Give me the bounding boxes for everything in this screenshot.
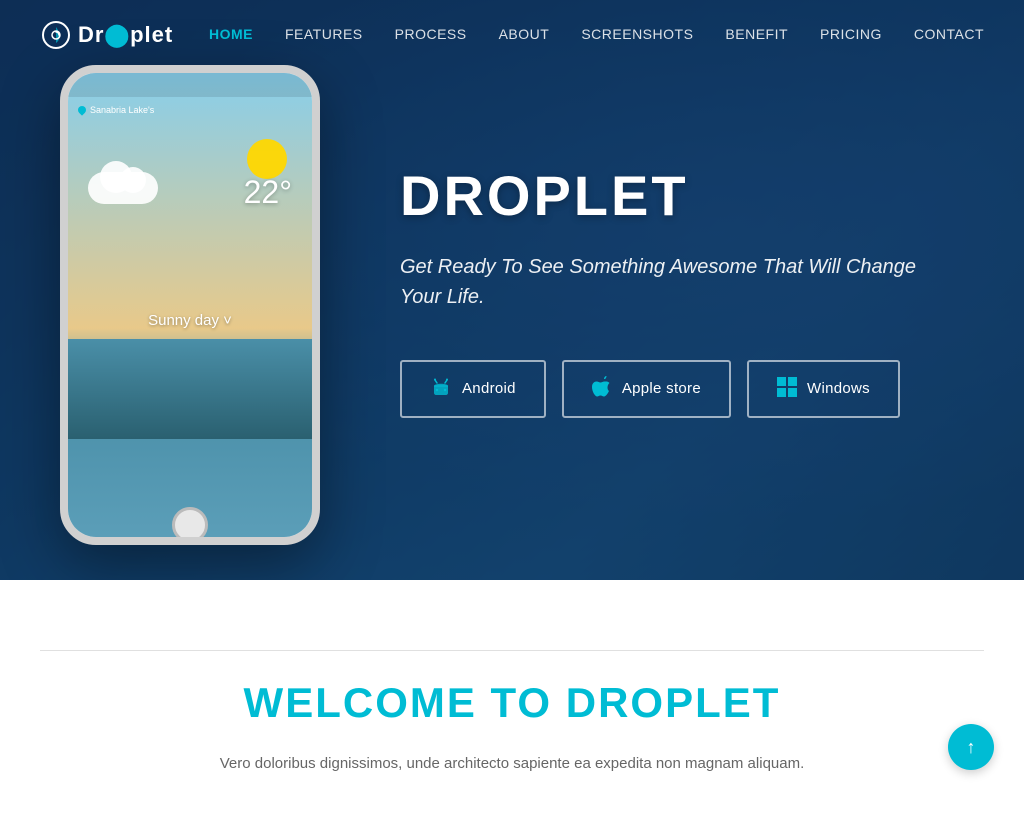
nav-item-process[interactable]: PROCESS (395, 26, 467, 42)
phone-location: Sanabria Lake's (68, 101, 312, 119)
hero-subtitle: Get Ready To See Something Awesome That … (400, 252, 920, 312)
welcome-prefix: WELCOME TO (244, 679, 566, 726)
android-button-label: Android (462, 380, 516, 397)
hero-buttons: Android Apple store (400, 360, 964, 418)
nav-item-home[interactable]: HOME (209, 26, 253, 42)
welcome-top-divider (40, 650, 984, 651)
android-download-button[interactable]: Android (400, 360, 546, 418)
welcome-body: Vero doloribus dignissimos, unde archite… (212, 751, 812, 777)
nav-item-screenshots[interactable]: SCREENSHOTS (581, 26, 693, 42)
phone-status-bar (68, 73, 312, 97)
cloud-icon (88, 159, 168, 204)
location-pin-icon (76, 104, 87, 115)
android-svg-icon (430, 376, 452, 398)
nav-item-pricing[interactable]: PRICING (820, 26, 882, 42)
hero-title: DROPLET (400, 163, 964, 228)
nav-item-benefit[interactable]: BENEFIT (725, 26, 788, 42)
hero-content: Sanabria Lake's (0, 35, 1024, 545)
nav-item-features[interactable]: FEATURES (285, 26, 363, 42)
scroll-up-button[interactable]: ↑ (948, 724, 994, 770)
hero-text-block: DROPLET Get Ready To See Something Aweso… (400, 163, 964, 418)
apple-icon (592, 376, 612, 402)
logo-text: Dr⬤plet (78, 22, 173, 48)
navbar: Dr⬤plet HOME FEATURES PROCESS ABOUT SCRE… (0, 0, 1024, 70)
windows-svg-icon (777, 377, 797, 397)
logo[interactable]: Dr⬤plet (40, 19, 173, 51)
apple-button-label: Apple store (622, 380, 701, 397)
phone-temperature: 22° (244, 174, 292, 211)
phone-outer: Sanabria Lake's (60, 65, 320, 545)
phone-screen: Sanabria Lake's (68, 73, 312, 537)
nav-links: HOME FEATURES PROCESS ABOUT SCREENSHOTS … (209, 26, 984, 44)
welcome-section: WELCOME TO DROPLET Vero doloribus dignis… (0, 580, 1024, 827)
android-icon (430, 376, 452, 402)
phone-description: Sunny day ˅ (148, 312, 232, 329)
sun-icon (247, 139, 287, 179)
welcome-title: WELCOME TO DROPLET (40, 679, 984, 727)
phone-home-button (172, 507, 208, 543)
phone-mockup-container: Sanabria Lake's (60, 65, 340, 545)
nav-item-about[interactable]: ABOUT (499, 26, 550, 42)
apple-svg-icon (592, 376, 612, 398)
hero-section: Sanabria Lake's (0, 0, 1024, 580)
phone-mockup: Sanabria Lake's (60, 65, 320, 545)
nav-item-contact[interactable]: CONTACT (914, 26, 984, 42)
windows-download-button[interactable]: Windows (747, 360, 900, 418)
apple-download-button[interactable]: Apple store (562, 360, 731, 418)
phone-location-text: Sanabria Lake's (90, 105, 154, 115)
phone-horizon (68, 339, 312, 439)
logo-icon (40, 19, 72, 51)
windows-icon (777, 377, 797, 401)
windows-button-label: Windows (807, 380, 870, 397)
welcome-brand: DROPLET (566, 679, 781, 726)
scroll-up-icon: ↑ (967, 737, 976, 758)
